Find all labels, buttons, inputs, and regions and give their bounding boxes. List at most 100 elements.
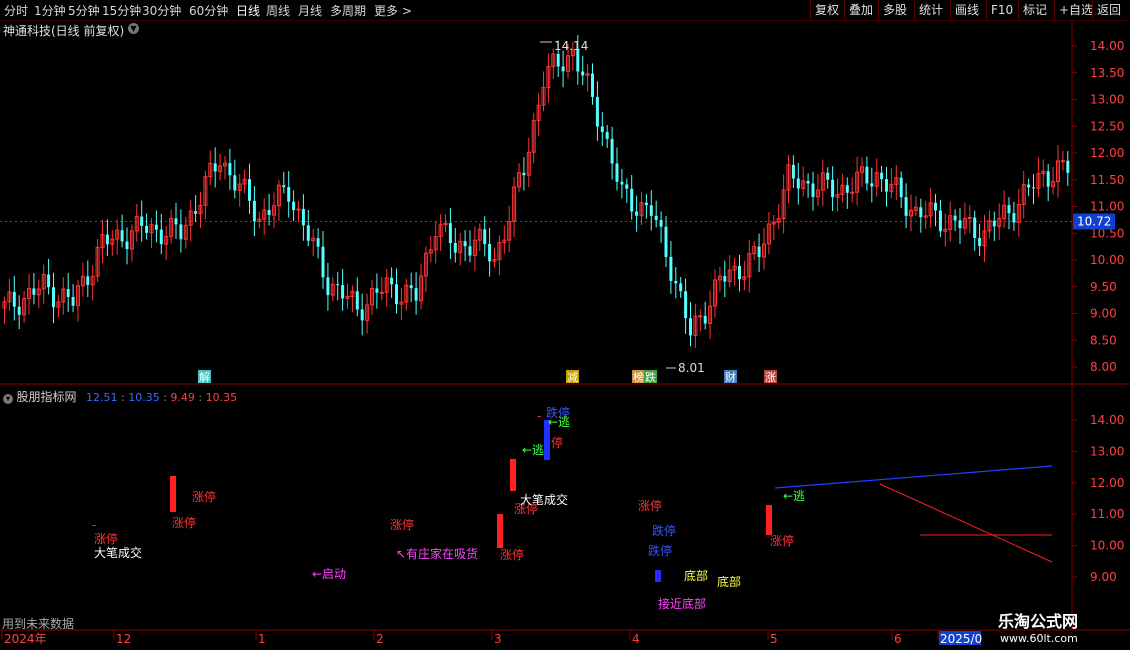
candle-body xyxy=(390,277,394,285)
candle-body xyxy=(703,315,707,324)
tab-30min[interactable]: 30分钟 xyxy=(142,2,181,19)
time-tick-label: 4 xyxy=(632,632,640,646)
time-tick-label: 3 xyxy=(494,632,502,646)
candle-body xyxy=(595,96,599,127)
candle-body xyxy=(1027,184,1031,188)
candle-body xyxy=(757,246,761,258)
escape-label: ←逃 xyxy=(548,415,571,429)
tab-60min[interactable]: 60分钟 xyxy=(189,2,228,19)
candle-body xyxy=(796,178,800,189)
candle-body xyxy=(630,188,634,212)
candle-body xyxy=(71,297,75,306)
escape-label: ←逃 xyxy=(522,443,545,457)
tab-fenshi[interactable]: 分时 xyxy=(4,2,28,19)
tab-5min[interactable]: 5分钟 xyxy=(68,2,100,19)
candle-body xyxy=(306,225,310,241)
candle-body xyxy=(233,175,237,191)
price-tick-label: 12.00 xyxy=(1090,146,1124,160)
candle-body xyxy=(159,229,163,245)
candle-body xyxy=(228,163,232,176)
candle-body xyxy=(581,71,585,76)
candle-body xyxy=(32,288,36,295)
indicator-tick-label: 12.00 xyxy=(1090,476,1124,490)
event-badge-label: 解 xyxy=(199,370,210,384)
candle-body xyxy=(140,216,144,226)
tab-multi-period[interactable]: 多周期 xyxy=(330,2,366,19)
time-tick-label: 5 xyxy=(770,632,778,646)
candle-body xyxy=(973,217,977,239)
tab-weekly[interactable]: 周线 xyxy=(266,2,290,19)
candle-body xyxy=(154,224,158,230)
signal-bar xyxy=(510,459,516,491)
candle-body xyxy=(488,243,492,262)
candle-body xyxy=(899,177,903,198)
signal-bar xyxy=(655,570,661,582)
bottom-label: 底部 xyxy=(684,569,709,583)
price-tick-label: 9.50 xyxy=(1090,280,1117,294)
candle-body xyxy=(1007,205,1011,214)
indicator-tick-label: 13.00 xyxy=(1090,444,1124,458)
signal-bar xyxy=(766,505,772,535)
tab-more[interactable]: 更多 > xyxy=(374,2,412,19)
price-tick-label: 12.50 xyxy=(1090,119,1124,133)
time-tick-label: 2024年 xyxy=(4,632,47,646)
indicator-value-3: 9.49 xyxy=(170,391,195,404)
indicator-title[interactable]: ▾ 股朋指标网 12.51 : 10.35 : 9.49 : 10.35 xyxy=(3,388,237,405)
tab-daily[interactable]: 日线 xyxy=(236,2,260,19)
candle-body xyxy=(620,181,624,185)
mark-button[interactable]: 标记 xyxy=(1018,0,1051,20)
price-tick-label: 8.50 xyxy=(1090,333,1117,347)
f10-button[interactable]: F10 xyxy=(986,0,1017,20)
candle-body xyxy=(723,276,727,282)
stop-label: 停 xyxy=(551,436,564,450)
candle-body xyxy=(953,215,957,221)
candle-body xyxy=(321,246,325,278)
zt-label: 涨停 xyxy=(172,516,197,530)
overlay-button[interactable]: 叠加 xyxy=(844,0,877,20)
candle-body xyxy=(904,197,908,216)
candle-body xyxy=(47,274,51,288)
candle-body xyxy=(591,73,594,97)
indicator-name: 股朋指标网 xyxy=(16,390,77,404)
signal-bar xyxy=(170,476,176,512)
candle-body xyxy=(885,179,888,192)
trend-line-blue xyxy=(774,465,1053,489)
candle-body xyxy=(267,209,271,216)
gear-icon[interactable]: ▾ xyxy=(3,394,13,404)
multi-stock-button[interactable]: 多股 xyxy=(878,0,911,20)
tab-monthly[interactable]: 月线 xyxy=(298,2,322,19)
candle-body xyxy=(978,238,982,246)
candle-body xyxy=(336,284,340,286)
back-button[interactable]: 返回 xyxy=(1092,0,1125,20)
tab-1min[interactable]: 1分钟 xyxy=(34,2,66,19)
start-label: ←启动 xyxy=(312,567,347,581)
draw-line-button[interactable]: 画线 xyxy=(950,0,983,20)
price-tick-label: 11.50 xyxy=(1090,173,1124,187)
candle-body xyxy=(379,291,384,294)
indicator-tick-label: 14.00 xyxy=(1090,413,1124,427)
candle-body xyxy=(17,306,21,315)
fuquan-button[interactable]: 复权 xyxy=(810,0,843,20)
indicator-value-4: 10.35 xyxy=(205,391,238,404)
candle-body xyxy=(664,226,668,257)
candle-body xyxy=(179,224,183,240)
tab-15min[interactable]: 15分钟 xyxy=(102,2,141,19)
high-label: 14.14 xyxy=(554,39,588,53)
zt-label: 涨停 xyxy=(770,534,795,548)
price-tick-label: 14.00 xyxy=(1090,39,1124,53)
signal-bar xyxy=(497,514,503,548)
candle-body xyxy=(145,225,149,233)
current-price-label: 10.72 xyxy=(1077,214,1111,228)
chart-area[interactable]: 14.0013.5013.0012.5012.0011.5011.0010.50… xyxy=(0,0,1130,650)
candle-body xyxy=(679,283,683,292)
stats-button[interactable]: 统计 xyxy=(914,0,947,20)
candle-body xyxy=(865,166,869,184)
candle-body xyxy=(831,179,835,198)
candle-body xyxy=(610,138,614,164)
candle-body xyxy=(287,187,291,202)
add-watchlist-button[interactable]: +自选 xyxy=(1054,0,1097,20)
chevron-down-icon[interactable]: ▼ xyxy=(128,23,139,34)
zt-label: 涨停 xyxy=(500,548,525,562)
watermark-url: www.60lt.com xyxy=(1000,632,1078,645)
candle-body xyxy=(850,191,855,194)
